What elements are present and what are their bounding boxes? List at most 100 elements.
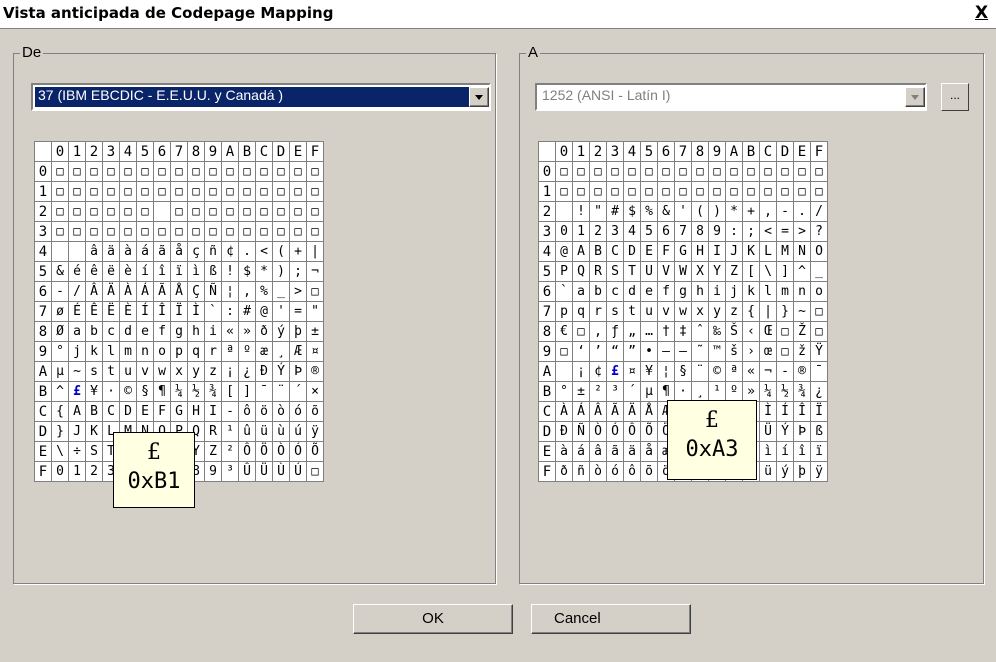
character-cell[interactable]: H <box>691 241 709 262</box>
character-cell[interactable]: ó <box>289 401 307 422</box>
character-cell[interactable]: Î <box>793 401 811 422</box>
character-cell[interactable]: ä <box>623 441 641 462</box>
character-cell[interactable]: □ <box>255 181 273 202</box>
character-cell[interactable]: Ï <box>810 401 828 422</box>
character-cell[interactable]: □ <box>68 161 86 182</box>
character-cell[interactable]: ¹ <box>708 381 726 402</box>
character-cell[interactable]: ¸ <box>272 341 290 362</box>
character-cell[interactable]: ( <box>691 201 709 222</box>
character-cell[interactable] <box>555 361 573 382</box>
character-cell[interactable]: » <box>238 321 256 342</box>
character-cell[interactable]: ü <box>759 461 777 482</box>
character-cell[interactable]: □ <box>102 201 120 222</box>
character-cell[interactable]: | <box>759 301 777 322</box>
character-cell[interactable]: □ <box>691 181 709 202</box>
character-cell[interactable]: ¡ <box>221 361 239 382</box>
character-cell[interactable]: S <box>606 261 624 282</box>
character-cell[interactable]: ° <box>51 341 69 362</box>
character-cell[interactable]: X <box>691 261 709 282</box>
character-cell[interactable]: ¸ <box>691 381 709 402</box>
character-cell[interactable]: ¾ <box>204 381 222 402</box>
character-cell[interactable]: Á <box>572 401 590 422</box>
character-cell[interactable]: ý <box>776 461 794 482</box>
character-cell[interactable]: Ý <box>776 421 794 442</box>
character-cell[interactable]: □ <box>306 201 324 222</box>
character-cell[interactable]: □ <box>238 161 256 182</box>
character-cell[interactable]: # <box>606 201 624 222</box>
character-cell[interactable]: ² <box>589 381 607 402</box>
character-cell[interactable]: □ <box>51 181 69 202</box>
character-cell[interactable]: Z <box>204 441 222 462</box>
character-cell[interactable]: ! <box>221 261 239 282</box>
character-cell[interactable]: å <box>170 241 188 262</box>
character-cell[interactable]: e <box>640 281 658 302</box>
character-cell[interactable]: B <box>589 241 607 262</box>
character-cell[interactable]: ± <box>572 381 590 402</box>
character-cell[interactable]: □ <box>306 281 324 302</box>
character-cell[interactable]: Â <box>589 401 607 422</box>
character-cell[interactable]: Ç <box>187 281 205 302</box>
character-cell[interactable]: 1 <box>68 461 86 482</box>
character-cell[interactable]: , <box>759 201 777 222</box>
character-cell[interactable]: × <box>306 381 324 402</box>
character-cell[interactable]: @ <box>255 301 273 322</box>
character-cell[interactable]: ã <box>606 441 624 462</box>
character-cell[interactable]: ö <box>255 401 273 422</box>
character-cell[interactable]: ~ <box>68 361 86 382</box>
character-cell[interactable]: □ <box>572 321 590 342</box>
character-cell[interactable]: ß <box>810 421 828 442</box>
character-cell[interactable]: ` <box>204 301 222 322</box>
character-cell[interactable]: □ <box>572 161 590 182</box>
character-cell[interactable]: ê <box>85 261 103 282</box>
character-cell[interactable]: t <box>102 361 120 382</box>
character-cell[interactable]: Ì <box>187 301 205 322</box>
character-cell[interactable]: © <box>119 381 137 402</box>
character-cell[interactable]: s <box>606 301 624 322</box>
character-cell[interactable]: ì <box>759 441 777 462</box>
character-cell[interactable]: □ <box>555 181 573 202</box>
character-cell[interactable]: î <box>793 441 811 462</box>
character-cell[interactable]: □ <box>238 221 256 242</box>
character-cell[interactable]: ø <box>51 301 69 322</box>
character-cell[interactable]: □ <box>272 161 290 182</box>
cancel-button[interactable]: Cancel <box>531 604 691 634</box>
character-cell[interactable]: c <box>606 281 624 302</box>
character-cell[interactable]: . <box>793 201 811 222</box>
character-cell[interactable]: ñ <box>572 461 590 482</box>
character-cell[interactable]: í <box>776 441 794 462</box>
character-cell[interactable]: K <box>85 421 103 442</box>
character-cell[interactable]: c <box>102 321 120 342</box>
character-cell[interactable]: □ <box>674 181 692 202</box>
character-cell[interactable]: E <box>640 241 658 262</box>
character-cell[interactable]: · <box>674 381 692 402</box>
character-cell[interactable]: □ <box>606 161 624 182</box>
character-cell[interactable]: ; <box>742 221 760 242</box>
character-cell[interactable]: Á <box>136 281 154 302</box>
character-cell[interactable]: Ó <box>289 441 307 462</box>
character-cell[interactable]: & <box>657 201 675 222</box>
character-cell[interactable]: □ <box>102 181 120 202</box>
character-cell[interactable]: m <box>776 281 794 302</box>
character-cell[interactable]: ± <box>306 321 324 342</box>
character-cell[interactable]: ¿ <box>810 381 828 402</box>
character-cell[interactable]: □ <box>742 161 760 182</box>
character-cell[interactable]: © <box>708 361 726 382</box>
character-cell[interactable]: □ <box>708 161 726 182</box>
character-cell[interactable]: % <box>640 201 658 222</box>
character-cell[interactable]: □ <box>119 161 137 182</box>
character-cell[interactable]: œ <box>759 341 777 362</box>
character-cell[interactable]: 6 <box>657 221 675 242</box>
character-cell[interactable]: Í <box>776 401 794 422</box>
character-cell[interactable]: } <box>51 421 69 442</box>
character-cell[interactable]: û <box>238 421 256 442</box>
character-cell[interactable]: ' <box>272 301 290 322</box>
character-cell[interactable]: d <box>119 321 137 342</box>
character-cell[interactable]: H <box>187 401 205 422</box>
character-cell[interactable]: › <box>742 341 760 362</box>
character-cell[interactable]: □ <box>68 221 86 242</box>
character-cell[interactable]: ½ <box>187 381 205 402</box>
character-cell[interactable]: n <box>793 281 811 302</box>
character-cell[interactable]: [ <box>221 381 239 402</box>
character-cell[interactable]: ó <box>606 461 624 482</box>
character-cell[interactable]: } <box>776 301 794 322</box>
